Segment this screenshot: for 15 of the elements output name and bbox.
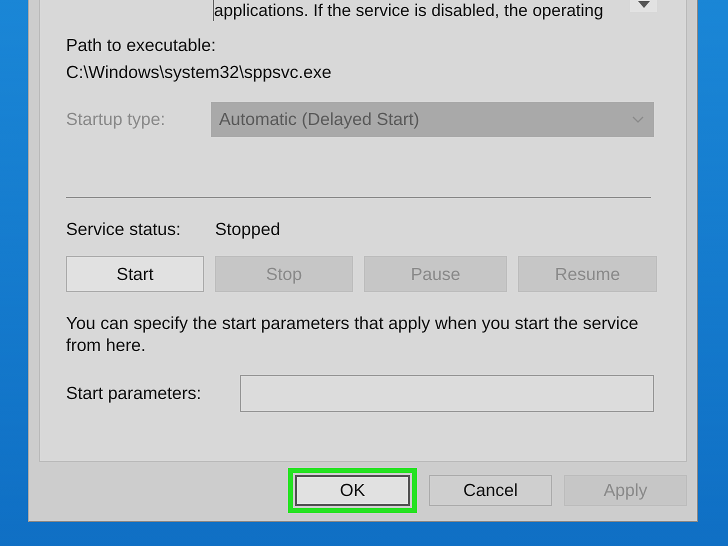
start-parameters-label: Start parameters: bbox=[66, 383, 202, 404]
start-parameters-field[interactable] bbox=[240, 375, 654, 412]
dialog-button[interactable]: OK bbox=[295, 475, 410, 506]
hint-text: You can specify the start parameters that apply when you start the service from here. bbox=[66, 312, 640, 356]
startup-type-label: Startup type: bbox=[66, 109, 166, 130]
service-status-label: Service status: bbox=[66, 219, 182, 240]
path-label: Path to executable: bbox=[66, 35, 217, 56]
service-status-value: Stopped bbox=[215, 219, 280, 240]
scroll-down-button[interactable] bbox=[630, 0, 657, 12]
dialog-button[interactable]: Cancel bbox=[429, 475, 552, 506]
service-control-button[interactable]: Start bbox=[66, 256, 204, 292]
chevron-down-icon bbox=[636, 0, 650, 10]
description-box[interactable]: applications. If the service is disabled, the operating bbox=[213, 0, 624, 21]
chevron-down-icon bbox=[632, 116, 644, 124]
path-value: C:\Windows\system32\sppsvc.exe bbox=[66, 62, 333, 83]
